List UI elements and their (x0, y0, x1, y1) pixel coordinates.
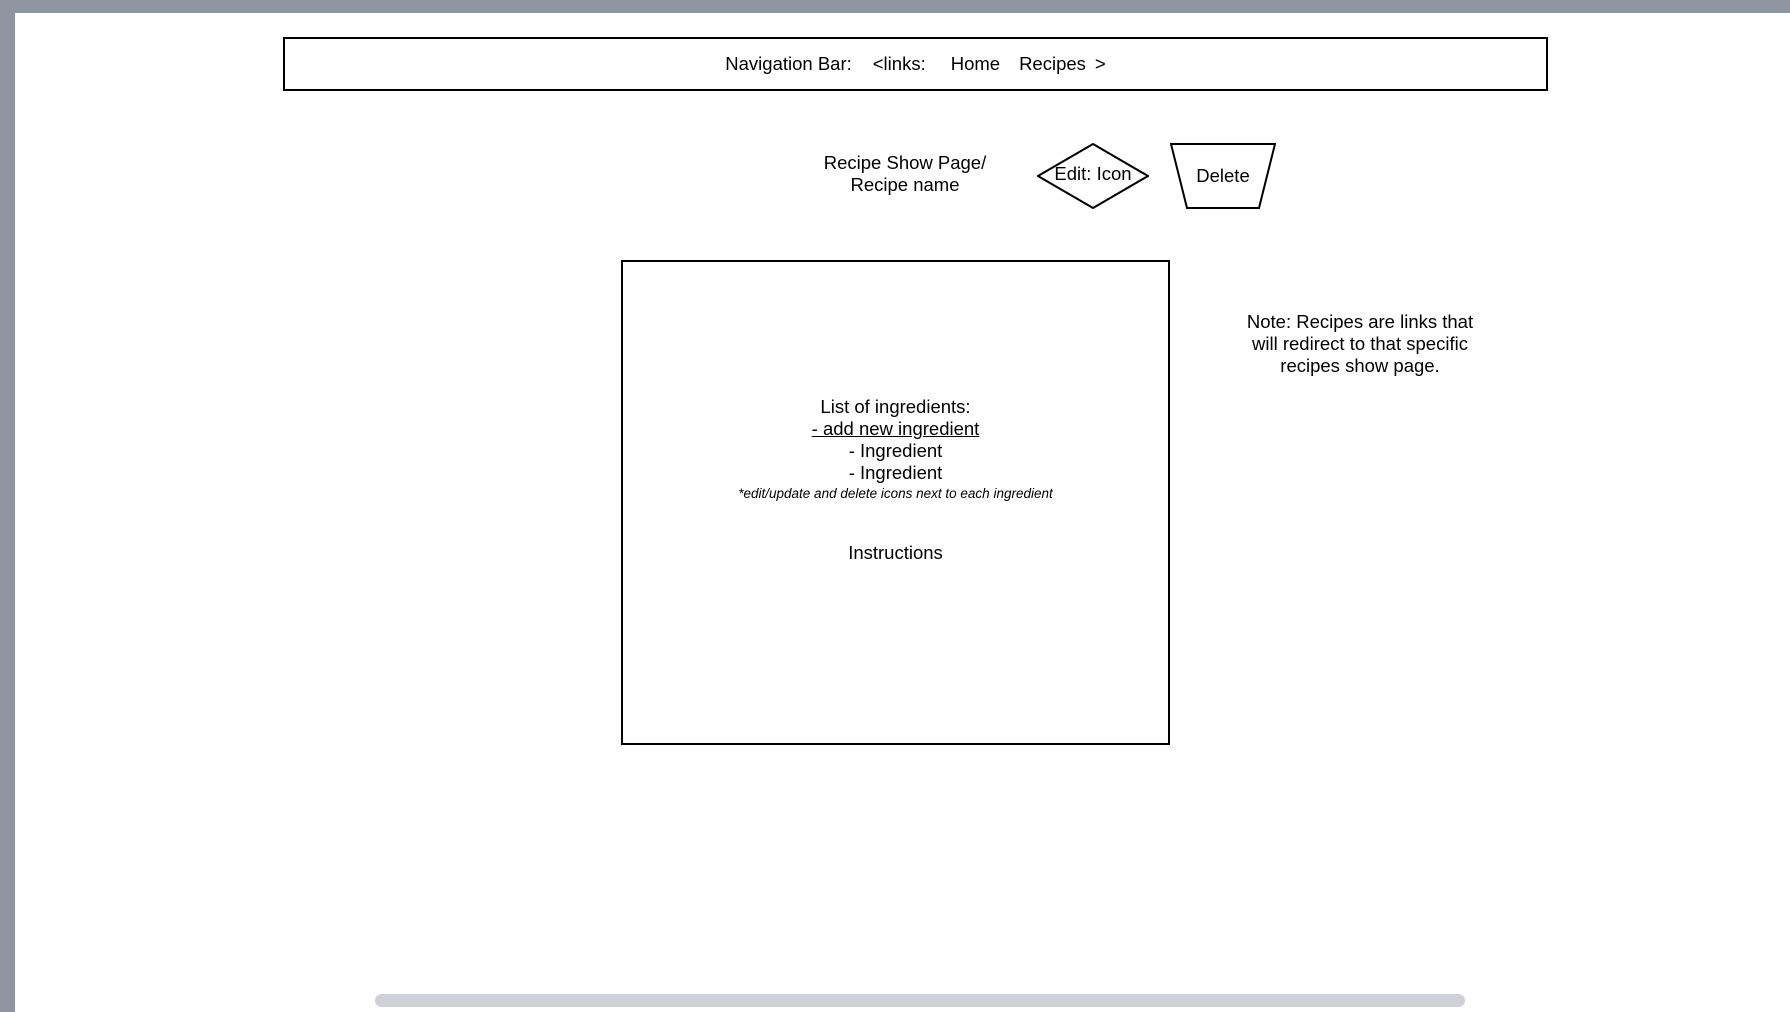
note-line-3: recipes show page. (1280, 355, 1440, 376)
horizontal-scrollbar[interactable] (375, 994, 1465, 1007)
navigation-bar: Navigation Bar: <links: Home Recipes > (283, 37, 1548, 91)
page-title-line-1: Recipe Show Page/ (823, 152, 987, 173)
nav-link-recipes[interactable]: Recipes (1019, 54, 1086, 74)
note-line-2: will redirect to that specific (1252, 333, 1468, 354)
ingredient-item: - Ingredient (848, 440, 943, 461)
page-title: Recipe Show Page/ Recipe name (805, 152, 1005, 196)
delete-button-label: Delete (1196, 165, 1250, 186)
note-line-1: Note: Recipes are links that (1246, 311, 1474, 332)
recipe-name: Recipe name (850, 174, 960, 195)
nav-link-home[interactable]: Home (951, 54, 1000, 74)
nav-links-close: > (1094, 52, 1106, 74)
ingredient-note: *edit/update and delete icons next to ea… (738, 486, 1053, 501)
recipe-content: List of ingredients: - add new ingredien… (623, 396, 1168, 564)
nav-links-open: <links: (872, 52, 926, 74)
note-text: Note: Recipes are links that will redire… (1230, 311, 1490, 377)
recipe-content-box: List of ingredients: - add new ingredien… (621, 260, 1170, 745)
wireframe-canvas: Navigation Bar: <links: Home Recipes > R… (15, 13, 1790, 1012)
ingredient-item: - Ingredient (848, 462, 943, 483)
add-ingredient-link[interactable]: - add new ingredient (812, 418, 980, 439)
instructions-label: Instructions (848, 542, 943, 563)
nav-bar-label: Navigation Bar: (725, 52, 852, 74)
ingredients-heading: List of ingredients: (820, 396, 971, 417)
edit-button-label: Edit: Icon (1054, 163, 1132, 184)
